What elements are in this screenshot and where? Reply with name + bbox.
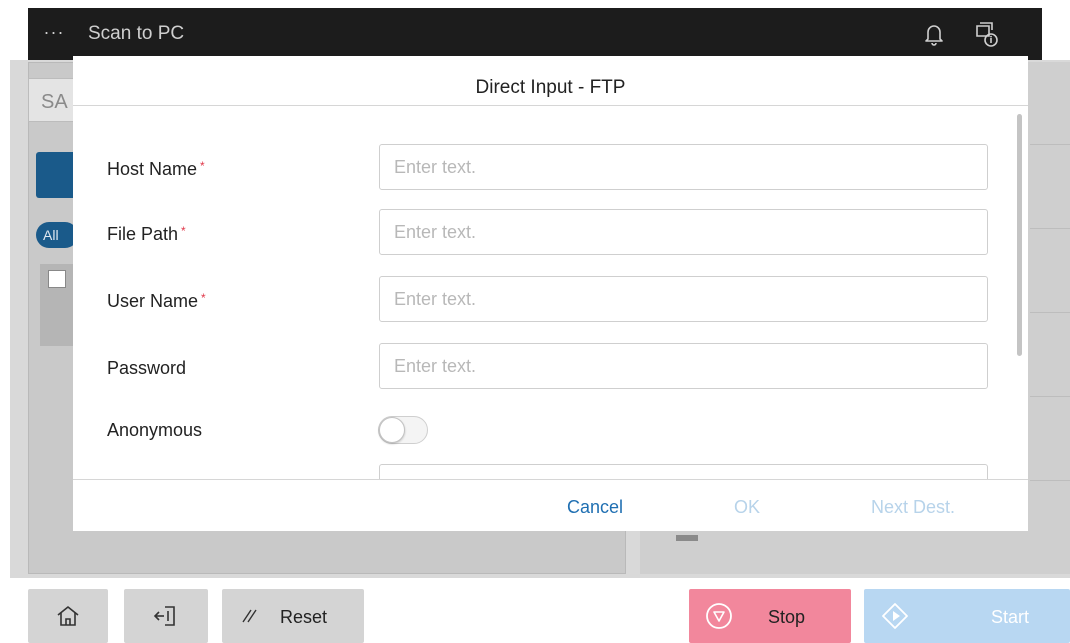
start-button[interactable]: Start: [864, 589, 1070, 643]
next-dest-button[interactable]: Next Dest.: [871, 497, 955, 518]
divider: [1030, 480, 1070, 481]
start-label: Start: [991, 607, 1030, 627]
user-name-field[interactable]: [379, 276, 988, 322]
divider: [1030, 396, 1070, 397]
reset-icon: [242, 609, 257, 623]
required-mark: *: [200, 159, 205, 173]
app-title: Scan to PC: [88, 23, 185, 44]
start-icon: [882, 603, 908, 629]
required-mark: *: [181, 224, 186, 238]
file-path-row: File Path *: [73, 209, 1028, 259]
logout-icon: [153, 606, 175, 626]
divider: [1030, 228, 1070, 229]
password-row: Password: [73, 343, 1028, 393]
reset-label: Reset: [280, 607, 328, 627]
host-name-row: Host Name *: [73, 144, 1028, 194]
cancel-button[interactable]: Cancel: [567, 497, 623, 518]
dialog-body: Host Name* File Path* User Name* Passwor…: [73, 107, 1028, 479]
reset-button[interactable]: Reset: [222, 589, 364, 643]
anonymous-label: Anonymous: [107, 420, 203, 440]
divider: [1030, 144, 1070, 145]
scan-to-pc-screen: ··· Scan to PC SA All Direct Input - FTP…: [0, 0, 1070, 643]
anonymous-toggle[interactable]: [378, 416, 428, 444]
stop-button[interactable]: Stop: [689, 589, 851, 643]
host-name-field[interactable]: [379, 144, 988, 190]
file-path-field[interactable]: [379, 209, 988, 255]
next-field-partial[interactable]: [379, 464, 988, 479]
file-path-label: File Path *: [107, 224, 186, 244]
dialog-scrollbar[interactable]: [1017, 114, 1022, 356]
top-bar: ··· Scan to PC: [28, 8, 1042, 60]
home-icon: [57, 606, 79, 626]
password-field[interactable]: [379, 343, 988, 389]
stop-label: Stop: [768, 607, 806, 627]
device-info-icon[interactable]: [970, 18, 1002, 50]
toggle-knob: [379, 417, 405, 443]
bell-icon[interactable]: [918, 18, 950, 50]
user-name-row: User Name *: [73, 276, 1028, 326]
dialog-title: Direct Input - FTP: [73, 56, 1028, 106]
divider: [1030, 312, 1070, 313]
ok-button[interactable]: OK: [734, 497, 760, 518]
required-mark: *: [201, 291, 206, 305]
logout-button[interactable]: [124, 589, 208, 643]
filter-all-pill: All: [36, 222, 78, 248]
host-name-label: Host Name *: [107, 159, 205, 179]
more-icon[interactable]: ···: [38, 22, 70, 46]
panel-handle: [676, 535, 698, 541]
dialog-footer: Cancel OK Next Dest.: [73, 479, 1028, 531]
user-name-label: User Name *: [107, 291, 206, 311]
anonymous-row: Anonymous: [73, 410, 1028, 460]
home-button[interactable]: [28, 589, 108, 643]
list-checkbox: [48, 270, 66, 288]
stop-icon: [706, 603, 732, 629]
password-label: Password: [107, 358, 187, 378]
direct-input-ftp-dialog: Direct Input - FTP Host Name* File Path*…: [73, 56, 1028, 531]
